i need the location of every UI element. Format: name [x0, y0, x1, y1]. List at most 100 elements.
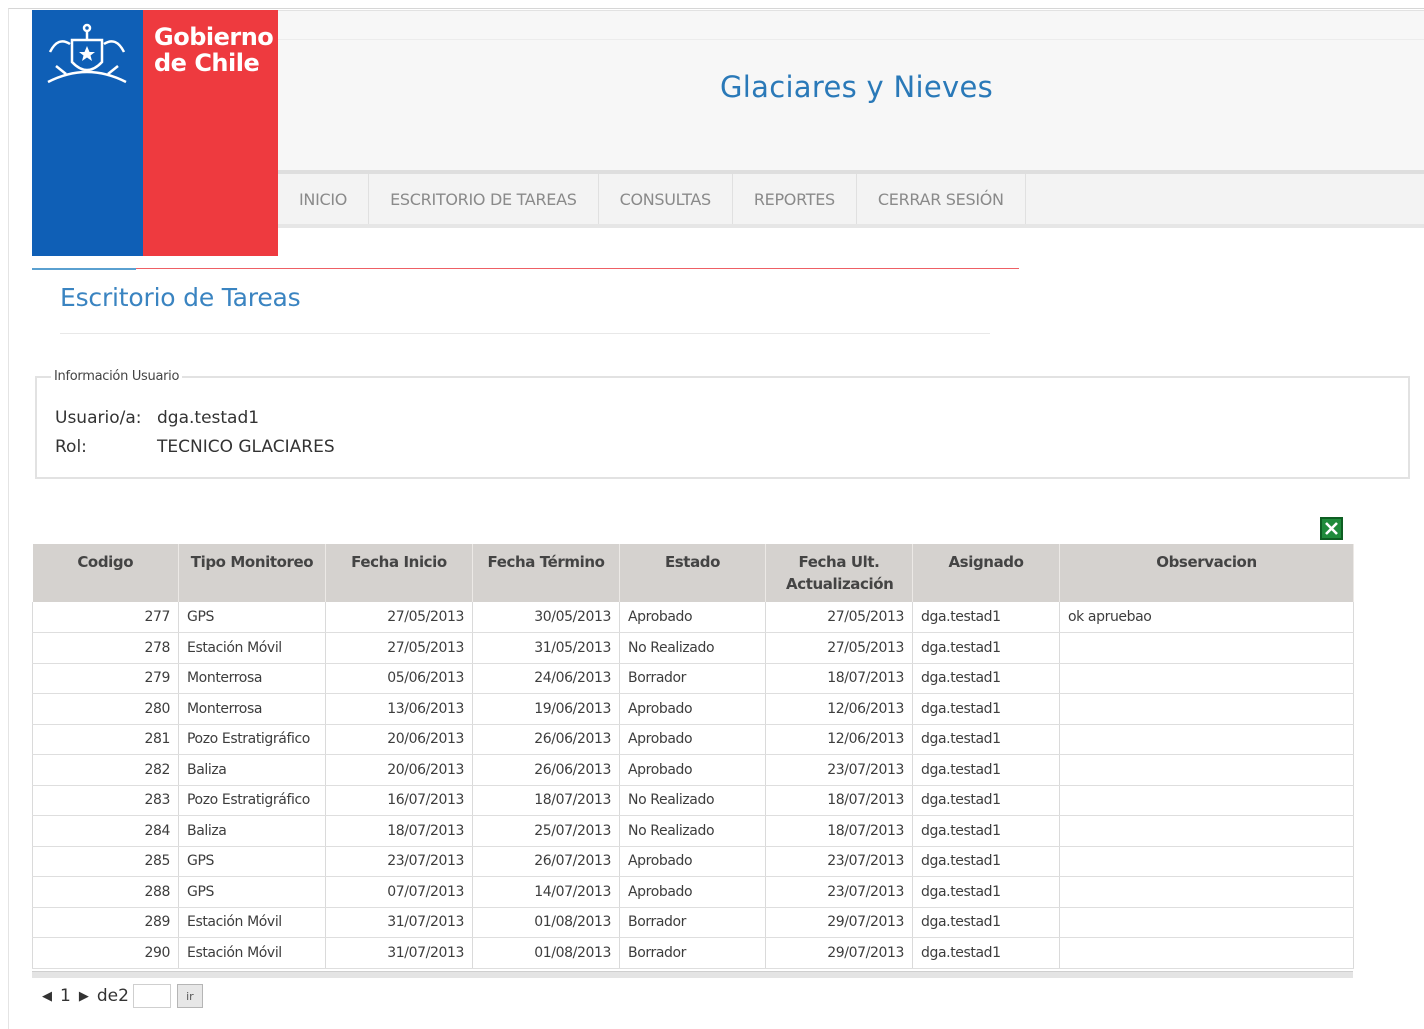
- table-cell: dga.testad1: [912, 907, 1060, 938]
- table-header-row: Codigo Tipo Monitoreo Fecha Inicio Fecha…: [32, 544, 1354, 602]
- table-cell: Borrador: [619, 907, 766, 938]
- table-cell: 280: [32, 693, 179, 725]
- table-cell: [1059, 693, 1354, 725]
- main-nav: INICIO ESCRITORIO DE TAREAS CONSULTAS RE…: [278, 170, 1424, 228]
- table-cell: 01/08/2013: [472, 907, 620, 938]
- table-cell: GPS: [178, 602, 326, 633]
- column-header-codigo[interactable]: Codigo: [32, 544, 179, 602]
- table-footer-bar: [32, 971, 1353, 978]
- table-cell: 285: [32, 846, 179, 877]
- table-cell: 23/07/2013: [765, 754, 913, 786]
- table-cell: [1059, 846, 1354, 877]
- prev-page-icon[interactable]: ◀: [38, 989, 56, 1004]
- table-row[interactable]: 290 Estación Móvil 31/07/2013 01/08/2013 Bor…: [32, 937, 1354, 969]
- pager: ◀ 1 ▶ de 2 ir: [38, 984, 203, 1008]
- table-cell: Baliza: [178, 815, 326, 847]
- table-cell: 18/07/2013: [765, 815, 913, 847]
- table-row[interactable]: 281 Pozo Estratigráfico 20/06/2013 26/06/20…: [32, 724, 1354, 755]
- table-row[interactable]: 280 Monterrosa 13/06/2013 19/06/2013 Aprobad…: [32, 693, 1354, 725]
- table-cell: 25/07/2013: [472, 815, 620, 847]
- section-divider-red: [136, 268, 1019, 269]
- table-row[interactable]: 288 GPS 07/07/2013 14/07/2013 Aprobado 23/07/…: [32, 876, 1354, 908]
- table-cell: 19/06/2013: [472, 693, 620, 725]
- table-cell: dga.testad1: [912, 632, 1060, 664]
- table-cell: [1059, 907, 1354, 938]
- table-cell: Aprobado: [619, 876, 766, 908]
- gobierno-logo[interactable]: Gobierno de Chile: [32, 10, 278, 256]
- user-value: dga.testad1: [157, 408, 260, 428]
- title-underline: [60, 333, 990, 334]
- table-cell: 26/06/2013: [472, 754, 620, 786]
- table-cell: dga.testad1: [912, 663, 1060, 694]
- user-row: Usuario/a: dga.testad1: [55, 408, 259, 428]
- table-cell: [1059, 937, 1354, 969]
- table-cell: No Realizado: [619, 815, 766, 847]
- table-cell: 284: [32, 815, 179, 847]
- table-row[interactable]: 289 Estación Móvil 31/07/2013 01/08/2013 Bor…: [32, 907, 1354, 938]
- table-row[interactable]: 278 Estación Móvil 27/05/2013 31/05/2013 No …: [32, 632, 1354, 664]
- go-page-button[interactable]: ir: [176, 984, 203, 1008]
- table-cell: Aprobado: [619, 846, 766, 877]
- column-header-estado[interactable]: Estado: [619, 544, 766, 602]
- nav-reportes[interactable]: REPORTES: [733, 174, 857, 224]
- column-header-asignado[interactable]: Asignado: [912, 544, 1060, 602]
- table-cell: Aprobado: [619, 693, 766, 725]
- table-cell: No Realizado: [619, 785, 766, 816]
- nav-inicio[interactable]: INICIO: [278, 174, 370, 224]
- column-header-tipo-monitoreo[interactable]: Tipo Monitoreo: [178, 544, 326, 602]
- role-row: Rol: TECNICO GLACIARES: [55, 437, 335, 457]
- table-cell: 18/07/2013: [765, 785, 913, 816]
- table-row[interactable]: 277 GPS 27/05/2013 30/05/2013 Aprobado 27/05/…: [32, 602, 1354, 633]
- user-info-box: Información Usuario Usuario/a: dga.testad…: [35, 369, 1410, 479]
- column-header-fecha-ult-actualizacion[interactable]: Fecha Ult. Actualización: [765, 544, 913, 602]
- table-cell: 24/06/2013: [472, 663, 620, 694]
- next-page-icon[interactable]: ▶: [75, 989, 93, 1004]
- table-cell: 27/05/2013: [325, 602, 473, 633]
- table-cell: 12/06/2013: [765, 693, 913, 725]
- table-cell: 16/07/2013: [325, 785, 473, 816]
- table-cell: [1059, 724, 1354, 755]
- table-cell: 27/05/2013: [325, 632, 473, 664]
- table-cell: 18/07/2013: [472, 785, 620, 816]
- table-cell: 27/05/2013: [765, 632, 913, 664]
- nav-cerrar-sesion[interactable]: CERRAR SESIÓN: [857, 174, 1026, 224]
- table-cell: 289: [32, 907, 179, 938]
- table-cell: 07/07/2013: [325, 876, 473, 908]
- table-cell: 23/07/2013: [765, 846, 913, 877]
- table-cell: 05/06/2013: [325, 663, 473, 694]
- table-cell: 23/07/2013: [765, 876, 913, 908]
- table-row[interactable]: 283 Pozo Estratigráfico 16/07/2013 18/07/20…: [32, 785, 1354, 816]
- table-row[interactable]: 282 Baliza 20/06/2013 26/06/2013 Aprobado 23/…: [32, 754, 1354, 786]
- nav-escritorio-de-tareas[interactable]: ESCRITORIO DE TAREAS: [369, 174, 599, 224]
- table-cell: No Realizado: [619, 632, 766, 664]
- table-cell: 282: [32, 754, 179, 786]
- table-cell: Estación Móvil: [178, 907, 326, 938]
- table-cell: Baliza: [178, 754, 326, 786]
- table-row[interactable]: 284 Baliza 18/07/2013 25/07/2013 No Realizad…: [32, 815, 1354, 847]
- column-header-fecha-termino[interactable]: Fecha Término: [472, 544, 620, 602]
- page-number-input[interactable]: [132, 984, 171, 1008]
- table-row[interactable]: 285 GPS 23/07/2013 26/07/2013 Aprobado 23/07/…: [32, 846, 1354, 877]
- table-cell: ok apruebao: [1059, 602, 1354, 633]
- user-info-legend: Información Usuario: [51, 369, 183, 384]
- role-value: TECNICO GLACIARES: [157, 437, 335, 457]
- table-cell: 18/07/2013: [765, 663, 913, 694]
- table-cell: GPS: [178, 846, 326, 877]
- excel-x-glyph: [1325, 522, 1338, 535]
- column-header-observacion[interactable]: Observacion: [1059, 544, 1354, 602]
- excel-icon[interactable]: [1320, 517, 1343, 540]
- table-cell: [1059, 663, 1354, 694]
- table-cell: dga.testad1: [912, 602, 1060, 633]
- column-header-fecha-inicio[interactable]: Fecha Inicio: [325, 544, 473, 602]
- table-cell: 13/06/2013: [325, 693, 473, 725]
- table-cell: dga.testad1: [912, 815, 1060, 847]
- table-cell: dga.testad1: [912, 754, 1060, 786]
- nav-consultas[interactable]: CONSULTAS: [599, 174, 733, 224]
- logo-red-panel: Gobierno de Chile: [143, 10, 278, 256]
- logo-text-line1: Gobierno: [154, 23, 274, 51]
- logo-blue-panel: [32, 10, 143, 256]
- table-row[interactable]: 279 Monterrosa 05/06/2013 24/06/2013 Borrado…: [32, 663, 1354, 694]
- table-cell: dga.testad1: [912, 693, 1060, 725]
- tasks-table: Codigo Tipo Monitoreo Fecha Inicio Fecha…: [32, 544, 1354, 969]
- role-label: Rol:: [55, 437, 87, 457]
